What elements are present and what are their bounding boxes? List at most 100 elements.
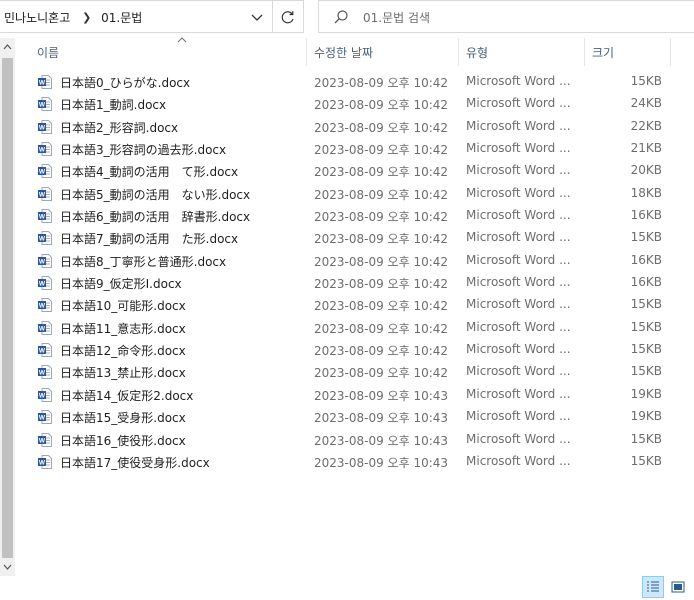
file-name: 日本語2_形容詞.docx <box>60 120 179 135</box>
file-row[interactable]: W 日本語7_動詞の活用 た形.docx 2023-08-09 오후 10:42 Mi… <box>15 227 694 249</box>
column-header-size[interactable]: 크기 <box>592 44 614 61</box>
file-list: W 日本語0_ひらがな.docx 2023-08-09 오후 10:42 Micros… <box>15 71 694 473</box>
file-name: 日本語4_動詞の活用 て形.docx <box>60 165 239 180</box>
file-name: 日本語9_仮定形Ⅰ.docx <box>60 277 182 292</box>
file-type: Microsoft Word ... <box>466 208 571 223</box>
file-date: 2023-08-09 오후 10:43 <box>314 388 449 403</box>
breadcrumb-item-current[interactable]: 01.문법 <box>101 11 142 25</box>
breadcrumb-item-root[interactable]: 민나노니혼고 <box>4 11 70 25</box>
word-document-icon: W <box>37 342 53 358</box>
file-row[interactable]: W 日本語15_受身形.docx 2023-08-09 오후 10:43 Micros… <box>15 406 694 428</box>
file-name: 日本語5_動詞の活用 ない形.docx <box>60 187 251 202</box>
file-row[interactable]: W 日本語6_動詞の活用 辞書形.docx 2023-08-09 오후 10:42 M… <box>15 205 694 227</box>
svg-text:W: W <box>39 325 46 332</box>
file-row[interactable]: W 日本語2_形容詞.docx 2023-08-09 오후 10:42 Microso… <box>15 116 694 138</box>
word-document-icon: W <box>37 297 53 313</box>
file-size: 16KB <box>630 208 662 223</box>
refresh-icon <box>281 11 294 24</box>
column-header-date[interactable]: 수정한 날짜 <box>314 44 373 61</box>
column-header-name[interactable]: 이름 <box>37 44 59 61</box>
search-input[interactable]: 01.문법 검색 <box>363 9 430 26</box>
details-view-button[interactable] <box>642 576 664 598</box>
sort-up-arrow-icon <box>177 37 187 43</box>
scroll-down-button[interactable] <box>0 558 15 576</box>
file-size: 15KB <box>630 342 662 357</box>
svg-text:W: W <box>39 437 46 444</box>
file-type: Microsoft Word ... <box>466 364 571 379</box>
file-row[interactable]: W 日本語16_使役形.docx 2023-08-09 오후 10:43 Micros… <box>15 429 694 451</box>
file-row[interactable]: W 日本語5_動詞の活用 ない形.docx 2023-08-09 오후 10:42 M… <box>15 183 694 205</box>
word-document-icon: W <box>37 253 53 269</box>
file-name: 日本語0_ひらがな.docx <box>60 76 191 90</box>
file-row[interactable]: W 日本語10_可能形.docx 2023-08-09 오후 10:42 Micros… <box>15 294 694 316</box>
svg-text:W: W <box>39 392 46 399</box>
address-bar[interactable]: 민나노니혼고 ❯ 01.문법 <box>0 0 304 33</box>
column-divider[interactable] <box>458 38 459 66</box>
search-icon <box>334 10 348 24</box>
file-row[interactable]: W 日本語12_命令形.docx 2023-08-09 오후 10:42 Micros… <box>15 339 694 361</box>
file-row[interactable]: W 日本語17_使役受身形.docx 2023-08-09 오후 10:43 Micr… <box>15 451 694 473</box>
file-name: 日本語17_使役受身形.docx <box>60 455 210 470</box>
column-header-type[interactable]: 유형 <box>466 44 488 61</box>
search-box[interactable]: 01.문법 검색 <box>318 0 694 33</box>
file-size: 15KB <box>630 74 662 88</box>
file-size: 15KB <box>630 230 662 245</box>
scroll-up-button[interactable] <box>0 38 15 56</box>
file-name: 日本語10_可能形.docx <box>60 299 186 314</box>
file-row[interactable]: W 日本語1_動詞.docx 2023-08-09 오후 10:42 Microsof… <box>15 93 694 115</box>
chevron-up-icon <box>3 44 12 50</box>
chevron-down-icon <box>251 14 263 21</box>
vertical-scrollbar[interactable] <box>0 38 15 576</box>
file-row[interactable]: W 日本語11_意志形.docx 2023-08-09 오후 10:42 Micros… <box>15 317 694 339</box>
file-row[interactable]: W 日本語14_仮定形2.docx 2023-08-09 오후 10:43 Micro… <box>15 384 694 406</box>
file-size: 15KB <box>630 364 662 379</box>
file-row[interactable]: W 日本語3_形容詞の過去形.docx 2023-08-09 오후 10:42 Mic… <box>15 138 694 160</box>
file-row[interactable]: W 日本語9_仮定形Ⅰ.docx 2023-08-09 오후 10:42 Micros… <box>15 272 694 294</box>
word-document-icon: W <box>37 275 53 291</box>
svg-text:W: W <box>39 102 46 109</box>
file-row[interactable]: W 日本語4_動詞の活用 て形.docx 2023-08-09 오후 10:42 Mi… <box>15 160 694 182</box>
file-type: Microsoft Word ... <box>466 163 571 178</box>
file-name: 日本語13_禁止形.docx <box>60 366 186 381</box>
file-type: Microsoft Word ... <box>466 96 571 111</box>
file-size: 15KB <box>630 453 662 468</box>
file-date: 2023-08-09 오후 10:42 <box>314 232 449 247</box>
address-history-button[interactable] <box>246 6 268 28</box>
svg-text:W: W <box>39 348 46 355</box>
word-document-icon: W <box>37 186 53 202</box>
file-size: 15KB <box>630 431 662 446</box>
file-size: 15KB <box>630 297 662 312</box>
svg-text:W: W <box>39 303 46 310</box>
word-document-icon: W <box>37 364 53 380</box>
file-row[interactable]: W 日本語13_禁止形.docx 2023-08-09 오후 10:42 Micros… <box>15 361 694 383</box>
svg-text:W: W <box>39 459 46 466</box>
file-name: 日本語1_動詞.docx <box>60 98 167 113</box>
file-date: 2023-08-09 오후 10:42 <box>314 344 449 359</box>
column-divider[interactable] <box>306 38 307 66</box>
breadcrumb-separator-icon[interactable]: ❯ <box>82 11 91 24</box>
refresh-button[interactable] <box>276 5 300 29</box>
scrollbar-thumb[interactable] <box>2 58 13 558</box>
svg-text:W: W <box>39 147 46 154</box>
file-date: 2023-08-09 오후 10:43 <box>314 433 449 448</box>
svg-text:W: W <box>39 258 46 265</box>
file-date: 2023-08-09 오후 10:42 <box>314 187 449 202</box>
file-type: Microsoft Word ... <box>466 431 571 446</box>
word-document-icon: W <box>37 96 53 112</box>
large-icons-view-button[interactable] <box>668 577 688 597</box>
file-name: 日本語14_仮定形2.docx <box>60 388 194 403</box>
column-divider[interactable] <box>584 38 585 66</box>
file-type: Microsoft Word ... <box>466 275 571 290</box>
file-row[interactable]: W 日本語8_丁寧形と普通形.docx 2023-08-09 오후 10:42 Mic… <box>15 250 694 272</box>
file-type: Microsoft Word ... <box>466 118 571 133</box>
details-view-icon <box>647 581 659 592</box>
file-type: Microsoft Word ... <box>466 141 571 156</box>
svg-text:W: W <box>39 214 46 221</box>
file-date: 2023-08-09 오후 10:42 <box>314 299 449 314</box>
file-type: Microsoft Word ... <box>466 297 571 312</box>
column-divider[interactable] <box>670 38 671 66</box>
file-row[interactable]: W 日本語0_ひらがな.docx 2023-08-09 오후 10:42 Micros… <box>15 71 694 93</box>
word-document-icon: W <box>37 432 53 448</box>
file-size: 20KB <box>630 163 662 178</box>
file-type: Microsoft Word ... <box>466 386 571 401</box>
